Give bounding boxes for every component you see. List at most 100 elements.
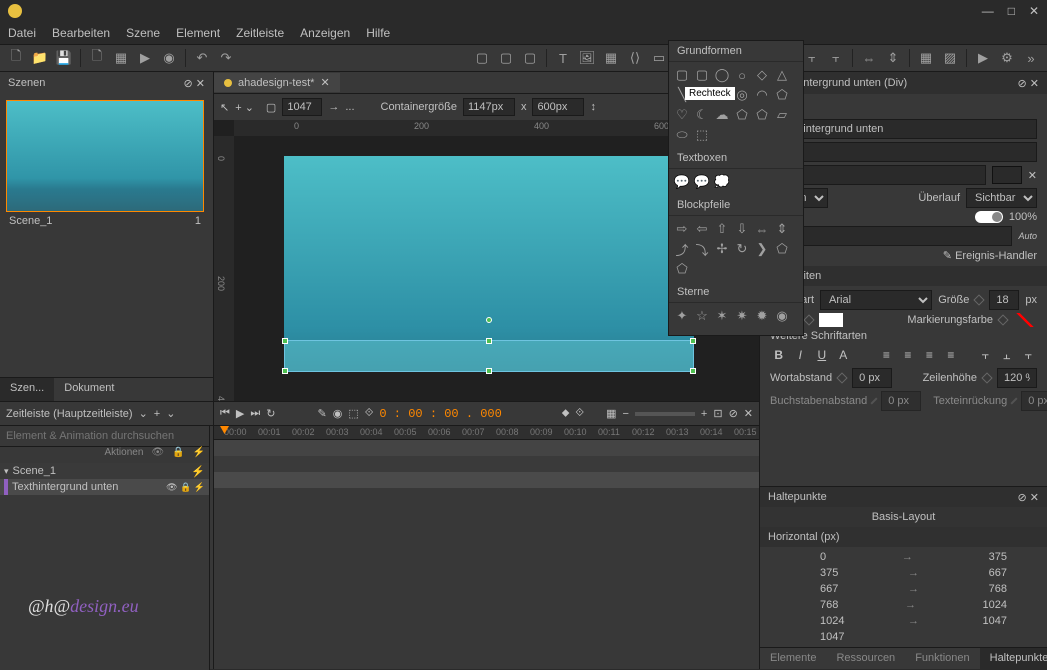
tl-key-icon[interactable]: ⬚ — [348, 407, 358, 420]
menu-view[interactable]: Anzeigen — [300, 26, 350, 40]
tab-resources[interactable]: Ressourcen — [826, 648, 905, 669]
tl-auto-icon[interactable]: ⟐ — [365, 407, 374, 420]
tab-elements[interactable]: Elemente — [760, 648, 826, 669]
menu-scene[interactable]: Szene — [126, 26, 160, 40]
play-icon[interactable]: ▶ — [973, 48, 993, 68]
aspect-icon[interactable]: ▢ — [266, 101, 276, 114]
doc-tab[interactable]: ahadesign-test* ✕ — [214, 73, 340, 92]
aspect-lock-icon[interactable]: ↕ — [590, 101, 596, 113]
tl-prev-icon[interactable]: ⏮ — [220, 407, 230, 420]
page-icon[interactable]: 🗋 — [87, 48, 107, 68]
ring-icon[interactable]: ◎ — [733, 86, 751, 104]
tl-play-icon[interactable]: ▶ — [236, 407, 244, 420]
selected-element[interactable] — [284, 340, 694, 372]
minimize-icon[interactable]: — — [982, 4, 994, 18]
tl-dropdown-icon[interactable]: ⌄ — [139, 407, 148, 420]
open-icon[interactable]: 📁 — [30, 48, 50, 68]
timeline-tracks-area[interactable]: 00:00 00:01 00:02 00:03 00:04 00:05 00:0… — [214, 426, 759, 488]
underline-icon[interactable]: U — [813, 346, 831, 364]
tl-grid-icon[interactable]: ▦ — [606, 407, 616, 420]
scene-thumbnail[interactable]: Scene_1 1 — [6, 100, 204, 212]
arrow-ud-icon[interactable]: ⇕ — [773, 220, 791, 238]
dist-v-icon[interactable]: ⇕ — [883, 48, 903, 68]
align-justify-icon[interactable]: ≡ — [942, 346, 960, 364]
clear-icon[interactable]: ✕ — [1028, 169, 1037, 182]
menu-timeline[interactable]: Zeitleiste — [236, 26, 284, 40]
tl-add-icon[interactable]: + — [154, 408, 160, 420]
arrow-down-icon[interactable]: ⇩ — [733, 220, 751, 238]
font-color-well[interactable] — [819, 313, 843, 327]
arrow-chevron-icon[interactable]: ❯ — [753, 240, 771, 258]
canvas-width-input[interactable] — [282, 98, 322, 116]
rounded-rect-icon[interactable]: ▢ — [693, 66, 711, 84]
preview-icon[interactable]: ◉ — [159, 48, 179, 68]
ellipse-icon[interactable]: ◯ — [713, 66, 731, 84]
event-handler-button[interactable]: ✎ Ereignis-Handler — [943, 249, 1037, 262]
image-tool-icon[interactable]: 🖼 — [577, 48, 597, 68]
parallelogram-icon[interactable]: ▱ — [773, 106, 791, 124]
undo-icon[interactable]: ↶ — [192, 48, 212, 68]
tl-more-icon[interactable]: ⌄ — [166, 407, 175, 420]
input-tool-icon[interactable]: ▭ — [649, 48, 669, 68]
text-tool-icon[interactable]: T — [553, 48, 573, 68]
basis-layout-label[interactable]: Basis-Layout — [760, 507, 1047, 527]
italic-icon[interactable]: I — [792, 346, 810, 364]
menu-file[interactable]: Datei — [8, 26, 36, 40]
tab-functions[interactable]: Funktionen — [905, 648, 979, 669]
valign-top-icon[interactable]: ⫟ — [977, 346, 995, 364]
line-height-input[interactable] — [997, 368, 1037, 388]
element-name-input[interactable] — [770, 119, 1037, 139]
video-icon[interactable]: ▶ — [135, 48, 155, 68]
rect-shape-icon[interactable]: ▢ — [673, 66, 691, 84]
font-size-input[interactable] — [989, 290, 1019, 310]
panel-pop-icon[interactable]: ⊘ — [1018, 78, 1027, 90]
star12-icon[interactable]: ✹ — [753, 307, 771, 325]
arrow-bent-icon[interactable]: ⤴ — [673, 240, 691, 258]
arrow-tool-icon[interactable]: ↖ — [220, 101, 229, 114]
scene-tool-icon[interactable]: ▢ — [520, 48, 540, 68]
tl-marker-icon[interactable]: ⬥ — [562, 407, 570, 420]
maximize-icon[interactable]: □ — [1008, 4, 1015, 18]
arrow-4way-icon[interactable]: ✢ — [713, 240, 731, 258]
font-select[interactable]: Arial — [820, 290, 932, 310]
star16-icon[interactable]: ◉ — [773, 307, 791, 325]
scenes-close-icon[interactable]: ⊘ ✕ — [184, 77, 206, 90]
star5-icon[interactable]: ☆ — [693, 307, 711, 325]
container-w-input[interactable] — [463, 98, 515, 116]
align-right-icon[interactable]: ≡ — [921, 346, 939, 364]
tl-bookmark-icon[interactable]: ⟐ — [575, 407, 584, 420]
timeline-scene-row[interactable]: ▾ Scene_1 ⚡ — [0, 463, 209, 479]
rect2-tool-icon[interactable]: ▢ — [496, 48, 516, 68]
menu-element[interactable]: Element — [176, 26, 220, 40]
doc-tab-close-icon[interactable]: ✕ — [320, 76, 329, 89]
diamond-shape-icon[interactable]: ◇ — [753, 66, 771, 84]
cube-icon[interactable]: ⬚ — [693, 126, 711, 144]
code-tool-icon[interactable]: ⟨⟩ — [625, 48, 645, 68]
new-icon[interactable]: 🗋 — [6, 48, 26, 68]
tl-minus-icon[interactable]: − — [622, 408, 628, 420]
indent-input[interactable] — [1021, 391, 1047, 411]
triangle-icon[interactable]: △ — [773, 66, 791, 84]
dist-h-icon[interactable]: ⇔ — [859, 48, 879, 68]
thought-icon[interactable]: 💭 — [713, 173, 731, 191]
tl-pen-icon[interactable]: ✎ — [318, 407, 327, 420]
arrow-pentagon-icon[interactable]: ⬠ — [773, 240, 791, 258]
tl-fit-icon[interactable]: ⊡ — [713, 407, 722, 420]
save-icon[interactable]: 💾 — [54, 48, 74, 68]
pentagon-icon[interactable]: ⬠ — [753, 106, 771, 124]
menu-edit[interactable]: Bearbeiten — [52, 26, 110, 40]
media-tool-icon[interactable]: ▦ — [601, 48, 621, 68]
arrow-notch-icon[interactable]: ⬠ — [673, 260, 691, 278]
moon-icon[interactable]: ☾ — [693, 106, 711, 124]
timeline-ruler[interactable]: 00:00 00:01 00:02 00:03 00:04 00:05 00:0… — [214, 426, 759, 440]
arrow-up-icon[interactable]: ⇧ — [713, 220, 731, 238]
align-center-icon[interactable]: ≡ — [899, 346, 917, 364]
element-class-input[interactable] — [770, 142, 1037, 162]
arrow-lr-icon[interactable]: ⇔ — [753, 220, 771, 238]
bp-row[interactable]: 667→768 — [760, 581, 1047, 597]
star4-icon[interactable]: ✦ — [673, 307, 691, 325]
tl-pop-icon[interactable]: ⊘ — [729, 407, 738, 420]
tl-loop-icon[interactable]: ↻ — [266, 407, 275, 420]
heart-icon[interactable]: ♡ — [673, 106, 691, 124]
speech-round-icon[interactable]: 💬 — [693, 173, 711, 191]
